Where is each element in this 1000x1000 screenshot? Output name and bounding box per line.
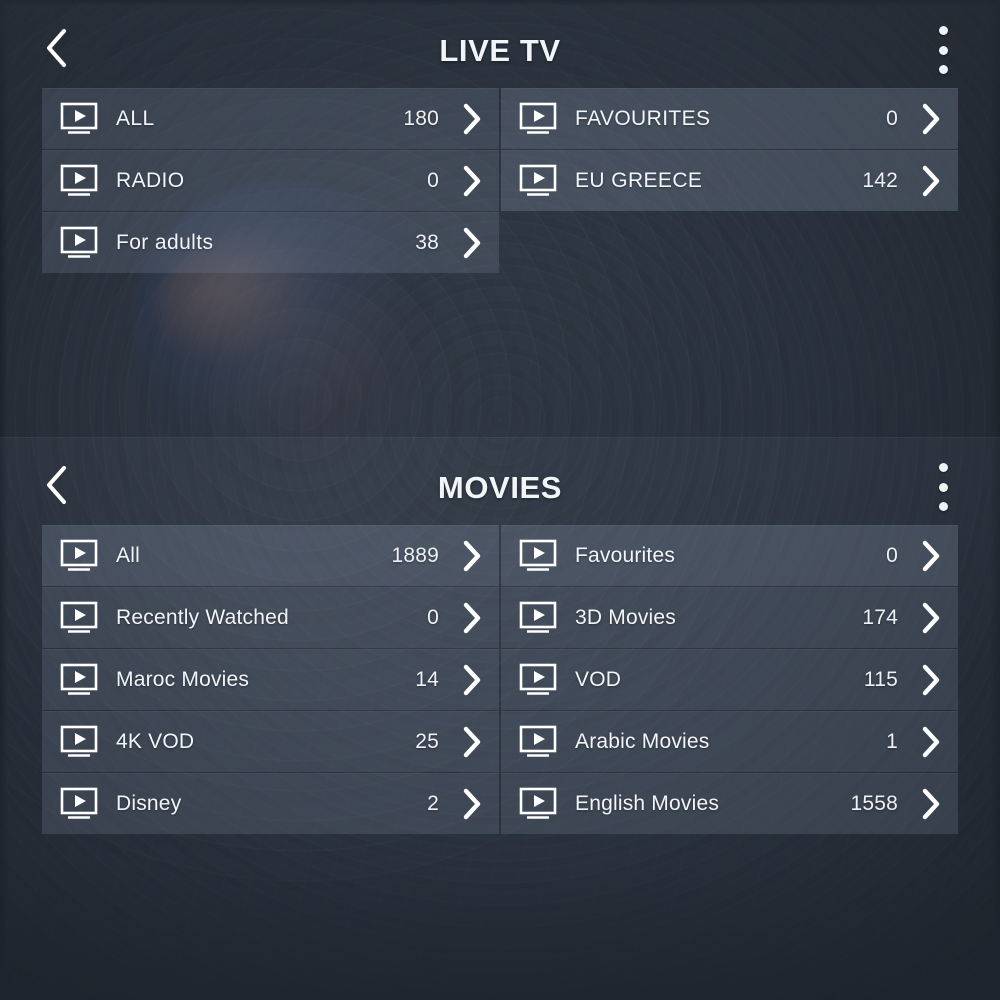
tv-play-icon (60, 601, 98, 633)
category-row[interactable]: Favourites 0 (501, 525, 958, 586)
chevron-right-icon (922, 165, 940, 196)
category-label: English Movies (575, 791, 720, 815)
category-label: Favourites (575, 543, 676, 567)
category-row[interactable]: EU GREECE 142 (501, 150, 958, 211)
screen-live-tv: LIVE TV ALL 180 FAVOURITES 0 RADIO 0 EU GREECE… (0, 0, 1000, 437)
category-label: All (116, 543, 140, 567)
chevron-right-icon (463, 227, 481, 258)
kebab-dot (938, 502, 948, 511)
header-movies: MOVIES (0, 437, 1000, 533)
chevron-right-icon (463, 602, 481, 633)
category-count: 0 (427, 605, 439, 629)
chevron-right-icon (463, 664, 481, 695)
category-count: 0 (886, 106, 898, 130)
category-count: 1 (886, 729, 898, 753)
chevron-right-icon (922, 664, 940, 695)
tv-play-icon (519, 787, 557, 819)
kebab-dot (938, 26, 948, 35)
category-row[interactable]: Maroc Movies 14 (42, 649, 499, 710)
category-row[interactable]: Arabic Movies 1 (501, 711, 958, 772)
kebab-dot (938, 45, 948, 55)
page-title-live-tv: LIVE TV (439, 33, 561, 68)
category-row[interactable]: For adults 38 (42, 212, 499, 273)
category-count: 115 (863, 667, 898, 691)
category-row[interactable]: 4K VOD 25 (42, 711, 499, 772)
tv-play-icon (519, 102, 557, 134)
chevron-right-icon (463, 540, 481, 571)
category-label: For adults (116, 230, 214, 254)
category-label: 3D Movies (575, 605, 676, 629)
overflow-menu-button-live-tv[interactable] (930, 24, 956, 76)
category-row[interactable]: 3D Movies 174 (501, 587, 958, 648)
tv-play-icon (60, 725, 98, 757)
category-grid-live-tv: ALL 180 FAVOURITES 0 RADIO 0 EU GREECE 142 For a… (42, 88, 958, 273)
category-label: Recently Watched (116, 605, 289, 629)
tv-play-icon (519, 725, 557, 757)
kebab-dot (938, 65, 948, 74)
category-row[interactable]: All 1889 (42, 525, 499, 586)
chevron-right-icon (463, 788, 481, 819)
chevron-right-icon (922, 788, 940, 819)
category-count: 180 (403, 106, 439, 130)
tv-play-icon (60, 164, 98, 196)
category-label: RADIO (116, 168, 185, 192)
screen-separator (0, 437, 1000, 438)
chevron-right-icon (922, 540, 940, 571)
tv-play-icon (60, 102, 98, 134)
tv-play-icon (60, 539, 98, 571)
category-label: VOD (575, 667, 622, 691)
kebab-dot (938, 482, 948, 492)
category-label: FAVOURITES (575, 106, 711, 130)
tv-play-icon (60, 226, 98, 258)
tv-play-icon (60, 663, 98, 695)
header-live-tv: LIVE TV (0, 0, 1000, 96)
category-row[interactable]: Recently Watched 0 (42, 587, 499, 648)
chevron-right-icon (922, 726, 940, 757)
category-label: Disney (116, 791, 182, 815)
category-count: 142 (862, 168, 898, 192)
tv-play-icon (519, 164, 557, 196)
tv-play-icon (519, 601, 557, 633)
kebab-dot (938, 463, 948, 472)
overflow-menu-button-movies[interactable] (930, 461, 956, 513)
category-row[interactable]: ALL 180 (42, 88, 499, 149)
category-count: 0 (427, 168, 439, 192)
category-label: Maroc Movies (116, 667, 250, 691)
category-row[interactable]: FAVOURITES 0 (501, 88, 958, 149)
category-label: EU GREECE (575, 168, 703, 192)
category-count: 174 (862, 605, 898, 629)
chevron-right-icon (463, 165, 481, 196)
category-count: 0 (886, 543, 898, 567)
category-count: 1558 (850, 791, 898, 815)
category-count: 25 (415, 729, 439, 753)
category-row[interactable]: VOD 115 (501, 649, 958, 710)
category-row[interactable]: Disney 2 (42, 773, 499, 834)
chevron-right-icon (922, 103, 940, 134)
chevron-right-icon (463, 103, 481, 134)
tv-play-icon (519, 663, 557, 695)
app-root: LIVE TV ALL 180 FAVOURITES 0 RADIO 0 EU GREECE… (0, 0, 1000, 1000)
category-label: Arabic Movies (575, 729, 710, 753)
tv-play-icon (60, 787, 98, 819)
category-count: 2 (427, 791, 439, 815)
category-label: ALL (116, 106, 155, 130)
chevron-right-icon (922, 602, 940, 633)
screen-movies: MOVIES All 1889 Favourites 0 Recently Watche… (0, 437, 1000, 1000)
category-row[interactable]: English Movies 1558 (501, 773, 958, 834)
category-row[interactable]: RADIO 0 (42, 150, 499, 211)
tv-play-icon (519, 539, 557, 571)
chevron-right-icon (463, 726, 481, 757)
page-title-movies: MOVIES (437, 470, 563, 505)
category-row-placeholder (501, 212, 958, 273)
category-grid-movies: All 1889 Favourites 0 Recently Watched 0 3D Mo… (42, 525, 958, 834)
category-count: 1889 (391, 543, 439, 567)
category-count: 38 (415, 230, 439, 254)
category-count: 14 (415, 667, 439, 691)
category-label: 4K VOD (116, 729, 195, 753)
